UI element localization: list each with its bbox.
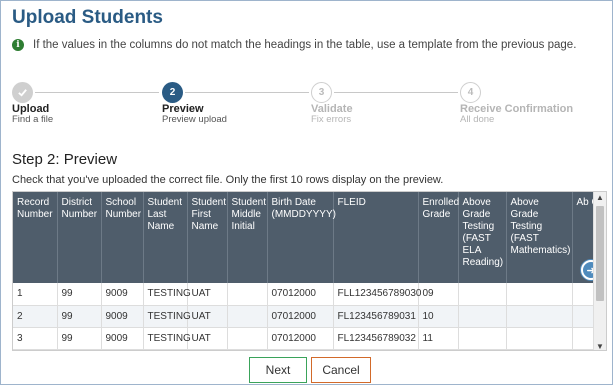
column-header: Above Grade Testing (FAST Mathematics) bbox=[506, 192, 573, 283]
table-cell: FL123456789032 bbox=[333, 327, 419, 350]
column-header: Student Last Name bbox=[143, 192, 188, 283]
progress-stepper: Upload Find a file 2 Preview Preview upl… bbox=[1, 81, 613, 131]
column-header: Student First Name bbox=[187, 192, 228, 283]
table-cell: FL123456789031 bbox=[333, 305, 419, 328]
info-text: If the values in the columns do not matc… bbox=[33, 39, 577, 51]
table-cell: UAT bbox=[187, 283, 228, 306]
table-cell bbox=[227, 283, 268, 306]
column-header: Birth Date (MMDDYYYY) bbox=[267, 192, 336, 283]
table-cell: 9009 bbox=[101, 305, 144, 328]
step-4-sub: All done bbox=[460, 114, 495, 125]
table-row: 3 99 9009 TESTING UAT 07012000 FL1234567… bbox=[13, 327, 606, 350]
table-cell bbox=[458, 327, 507, 350]
step-2-sub: Preview upload bbox=[162, 114, 227, 125]
column-header: School Number bbox=[101, 192, 144, 283]
table-cell bbox=[506, 305, 573, 328]
table-cell: FLL123456789030 bbox=[333, 283, 421, 306]
table-cell: TESTING bbox=[143, 283, 191, 306]
table-cell: 3 bbox=[13, 327, 58, 350]
table-row: 1 99 9009 TESTING UAT 07012000 FLL123456… bbox=[13, 283, 606, 306]
info-icon: i bbox=[12, 39, 24, 51]
checkmark-icon bbox=[18, 89, 27, 97]
cancel-button[interactable]: Cancel bbox=[311, 357, 371, 383]
step-connector bbox=[334, 92, 458, 93]
column-header: Record Number bbox=[13, 192, 58, 283]
step-3-sub: Fix errors bbox=[311, 114, 352, 125]
column-header: FLEID bbox=[333, 192, 419, 283]
scroll-up-icon[interactable]: ▲ bbox=[596, 193, 604, 202]
table-cell bbox=[227, 327, 268, 350]
step-connector bbox=[35, 92, 159, 93]
table-cell bbox=[458, 283, 507, 306]
table-cell: 07012000 bbox=[267, 327, 334, 350]
step-4-circle: 4 bbox=[460, 82, 481, 103]
table-cell: 10 bbox=[418, 305, 459, 328]
table-cell: UAT bbox=[187, 327, 228, 350]
step-3-circle: 3 bbox=[311, 82, 332, 103]
scroll-down-icon[interactable]: ▼ bbox=[596, 342, 604, 350]
preview-table-container[interactable]: Record Number District Number School Num… bbox=[12, 191, 607, 351]
table-cell: 09 bbox=[418, 283, 459, 306]
table-cell: 1 bbox=[13, 283, 58, 306]
scrollbar-thumb[interactable] bbox=[596, 206, 604, 301]
table-cell: TESTING bbox=[143, 305, 191, 328]
column-header: Enrolled Grade bbox=[418, 192, 459, 283]
table-cell: 11 bbox=[418, 327, 459, 350]
step-1-sub: Find a file bbox=[12, 114, 54, 125]
table-cell: 99 bbox=[57, 283, 102, 306]
page-frame: Upload Students i If the values in the c… bbox=[0, 0, 613, 385]
vertical-scrollbar[interactable]: ▲ ▼ bbox=[593, 192, 606, 350]
preview-table: Record Number District Number School Num… bbox=[13, 192, 606, 350]
table-cell: 9009 bbox=[101, 327, 144, 350]
table-header-row: Record Number District Number School Num… bbox=[13, 192, 606, 283]
column-header: District Number bbox=[57, 192, 102, 283]
table-cell bbox=[506, 283, 573, 306]
step-1-circle bbox=[12, 82, 33, 103]
table-row: 2 99 9009 TESTING UAT 07012000 FL1234567… bbox=[13, 305, 606, 328]
table-cell: UAT bbox=[187, 305, 228, 328]
next-button[interactable]: Next bbox=[249, 357, 307, 383]
step-connector bbox=[185, 92, 309, 93]
table-cell: 07012000 bbox=[267, 305, 334, 328]
table-cell bbox=[506, 327, 573, 350]
table-cell: 99 bbox=[57, 327, 102, 350]
table-cell: 99 bbox=[57, 305, 102, 328]
table-cell: TESTING bbox=[143, 327, 191, 350]
section-description: Check that you've uploaded the correct f… bbox=[12, 174, 444, 186]
page-title: Upload Students bbox=[12, 7, 163, 28]
table-cell bbox=[227, 305, 268, 328]
table-cell: 07012000 bbox=[267, 283, 334, 306]
table-cell: 2 bbox=[13, 305, 58, 328]
info-message: i If the values in the columns do not ma… bbox=[12, 39, 576, 51]
section-heading: Step 2: Preview bbox=[12, 151, 118, 168]
column-header: Student Middle Initial bbox=[227, 192, 268, 283]
table-cell bbox=[458, 305, 507, 328]
column-header: Above Grade Testing (FAST ELA Reading) bbox=[458, 192, 507, 283]
step-2-circle: 2 bbox=[162, 82, 183, 103]
table-cell: 9009 bbox=[101, 283, 144, 306]
